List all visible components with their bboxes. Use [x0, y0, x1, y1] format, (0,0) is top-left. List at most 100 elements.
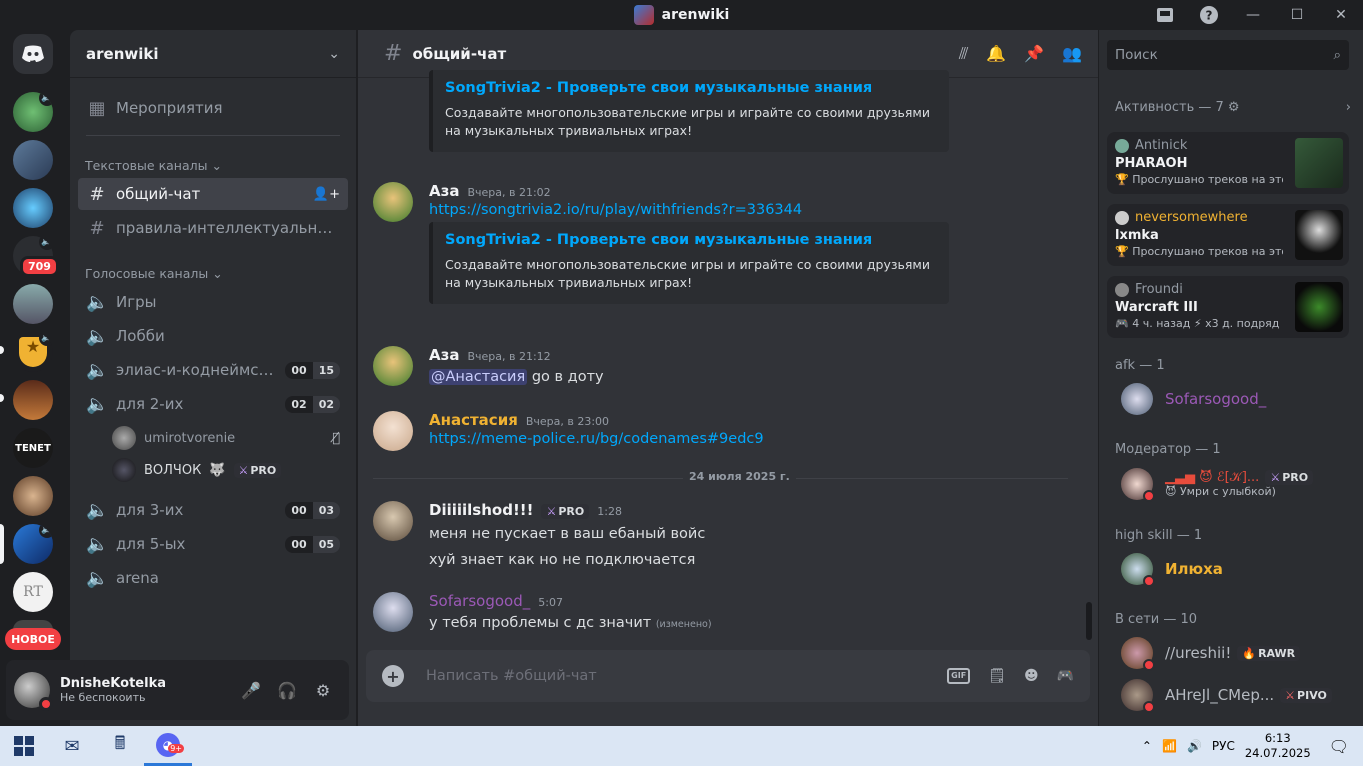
events-item[interactable]: ▦ Мероприятия: [78, 92, 348, 124]
member-item[interactable]: AHreJl_CMep... ⚔ PIVO: [1121, 679, 1332, 713]
server-item-rt[interactable]: RT: [13, 572, 53, 612]
speaker-icon: 🔈: [86, 567, 109, 589]
server-item[interactable]: ★ 🔊: [13, 332, 53, 372]
server-item[interactable]: 🔊: [13, 92, 53, 132]
user-names[interactable]: DnisheKotelka Не беспокоить: [60, 676, 233, 704]
close-icon[interactable]: ✕: [1319, 0, 1363, 30]
maximize-icon[interactable]: ☐: [1275, 0, 1319, 30]
sword-icon: ⚔: [238, 463, 249, 477]
gear-icon[interactable]: ⚙: [1228, 100, 1240, 115]
speaker-icon: 🔈: [86, 291, 109, 313]
sticker-icon[interactable]: 🗒: [988, 668, 1006, 684]
upload-plus-icon[interactable]: +: [382, 665, 404, 687]
author-name[interactable]: Diiiiilshod!!!: [429, 501, 533, 519]
new-badge[interactable]: НОВОЕ: [5, 628, 61, 650]
activity-card[interactable]: Froundi Warcraft III 🎮 4 ч. назад ⚡ х3 д…: [1107, 276, 1349, 338]
avatar[interactable]: [373, 592, 413, 632]
channel-rules[interactable]: # правила-интеллектуальных-игр: [78, 212, 348, 244]
activity-user: neversomewhere: [1135, 210, 1248, 225]
dnd-status-icon: [1143, 575, 1155, 587]
pin-icon[interactable]: 📌: [1024, 44, 1044, 64]
counter-current: 02: [285, 395, 313, 413]
avatar[interactable]: [373, 501, 413, 541]
server-item[interactable]: [13, 140, 53, 180]
clock[interactable]: 6:13 24.07.2025: [1245, 731, 1311, 761]
server-item[interactable]: 🔊: [13, 524, 53, 564]
scrollbar[interactable]: [1086, 602, 1092, 640]
gif-icon[interactable]: GIF: [947, 668, 971, 684]
user-avatar[interactable]: [14, 672, 53, 711]
server-item[interactable]: [13, 380, 53, 420]
microphone-icon[interactable]: 🎤: [233, 674, 269, 706]
voice-channel[interactable]: 🔈 элиас-и-коднеймс онлайн 0015: [78, 354, 348, 386]
chevron-down-icon: ⌄: [328, 45, 340, 62]
activity-gamepad-icon[interactable]: 🎮: [1057, 668, 1074, 684]
server-item[interactable]: [13, 188, 53, 228]
embed-title[interactable]: SongTrivia2 - Проверьте свои музыкальные…: [445, 232, 933, 248]
volume-icon[interactable]: 🔊: [1187, 739, 1202, 753]
author-name[interactable]: Анастасия: [429, 411, 518, 429]
notifications-icon[interactable]: 🗨: [1329, 737, 1349, 756]
voice-channel[interactable]: 🔈 Игры: [78, 286, 348, 318]
add-member-icon[interactable]: 👤+: [313, 187, 340, 202]
search-input[interactable]: Поиск ⌕: [1107, 40, 1349, 70]
chevron-right-icon[interactable]: ›: [1346, 100, 1351, 115]
server-item[interactable]: [13, 284, 53, 324]
emoji-icon[interactable]: ☻: [1024, 668, 1039, 684]
member-item[interactable]: Илюха: [1121, 553, 1223, 587]
author-name[interactable]: Аза: [429, 346, 459, 364]
voice-category[interactable]: Голосовые каналы ⌄: [85, 266, 223, 281]
counter-current: 00: [285, 361, 313, 379]
bell-icon[interactable]: 🔔: [986, 44, 1006, 64]
inbox-icon[interactable]: [1143, 0, 1187, 30]
author-name[interactable]: Sofarsogood_: [429, 592, 530, 610]
threads-icon[interactable]: ⫻: [959, 44, 969, 64]
voice-channel[interactable]: 🔈 для 5-ых 00 05: [78, 528, 348, 560]
calculator-icon[interactable]: 🖩: [96, 726, 144, 766]
channel-label: для 5-ых: [116, 535, 186, 553]
voice-user[interactable]: ВОЛЧОК 🐺 ⚔ PRO: [112, 458, 282, 482]
message-input[interactable]: Написать #общий-чат: [426, 668, 947, 684]
server-item[interactable]: [13, 476, 53, 516]
author-name[interactable]: Аза: [429, 182, 459, 200]
text-category[interactable]: Текстовые каналы ⌄: [85, 158, 222, 173]
chevron-up-icon[interactable]: ⌃: [1142, 739, 1152, 753]
direct-messages-button[interactable]: [13, 34, 53, 74]
member-item[interactable]: Sofarsogood_: [1121, 383, 1266, 415]
language-indicator[interactable]: РУС: [1212, 739, 1235, 753]
discord-taskbar-icon[interactable]: ◕ 9+: [144, 726, 192, 766]
headphones-icon[interactable]: 🎧: [269, 674, 305, 706]
help-icon[interactable]: ?: [1187, 0, 1231, 30]
guild-header[interactable]: arenwiki ⌄: [70, 30, 356, 78]
avatar[interactable]: [373, 411, 413, 451]
sword-icon: ⚔: [546, 505, 557, 518]
network-icon[interactable]: 📶: [1162, 739, 1177, 753]
voice-user[interactable]: umirotvorenie 🎙̸: [112, 426, 340, 450]
settings-gear-icon[interactable]: ⚙: [305, 674, 341, 706]
embed-title[interactable]: SongTrivia2 - Проверьте свои музыкальные…: [445, 80, 933, 96]
clock-date: 24.07.2025: [1244, 746, 1311, 760]
message-link[interactable]: https://meme-police.ru/bg/codenames#9edc…: [429, 431, 1073, 447]
voice-channel[interactable]: 🔈 Лобби: [78, 320, 348, 352]
member-list-icon[interactable]: 👥: [1062, 44, 1082, 64]
message-link[interactable]: https://songtrivia2.io/ru/play/withfrien…: [429, 202, 1073, 218]
avatar[interactable]: [373, 182, 413, 222]
system-tray: ⌃ 📶 🔊 РУС 6:13 24.07.2025 🗨: [1142, 731, 1363, 761]
voice-channel[interactable]: 🔈 для 3-их 00 03: [78, 494, 348, 526]
minimize-icon[interactable]: —: [1231, 0, 1275, 30]
activity-card[interactable]: Antinick PHARAOH 🏆 Прослушано треков на …: [1107, 132, 1349, 194]
member-item[interactable]: //ureshii! 🔥 RAWR: [1121, 637, 1301, 671]
avatar: [1115, 282, 1129, 297]
user-limit-counter: 02 02: [285, 395, 340, 413]
windows-start-icon[interactable]: [0, 726, 48, 766]
voice-channel[interactable]: 🔈 arena: [78, 562, 348, 594]
activity-card[interactable]: neversomewhere lxmka 🏆 Прослушано треков…: [1107, 204, 1349, 266]
mail-icon[interactable]: ✉: [48, 726, 96, 766]
avatar[interactable]: [373, 346, 413, 386]
channel-general[interactable]: # общий-чат 👤+: [78, 178, 348, 210]
member-item[interactable]: ▁▃▅ 😈 ℰ[𝒦]... ⚔ PRO 😈 Умри с улыбкой): [1121, 468, 1314, 502]
user-mention[interactable]: @Анастасия: [429, 369, 528, 385]
voice-channel[interactable]: 🔈 для 2-их 02 02: [78, 388, 348, 420]
activity-header[interactable]: Активность — 7 ⚙ ›: [1115, 100, 1351, 115]
server-item-tenet[interactable]: TENET: [13, 428, 53, 468]
